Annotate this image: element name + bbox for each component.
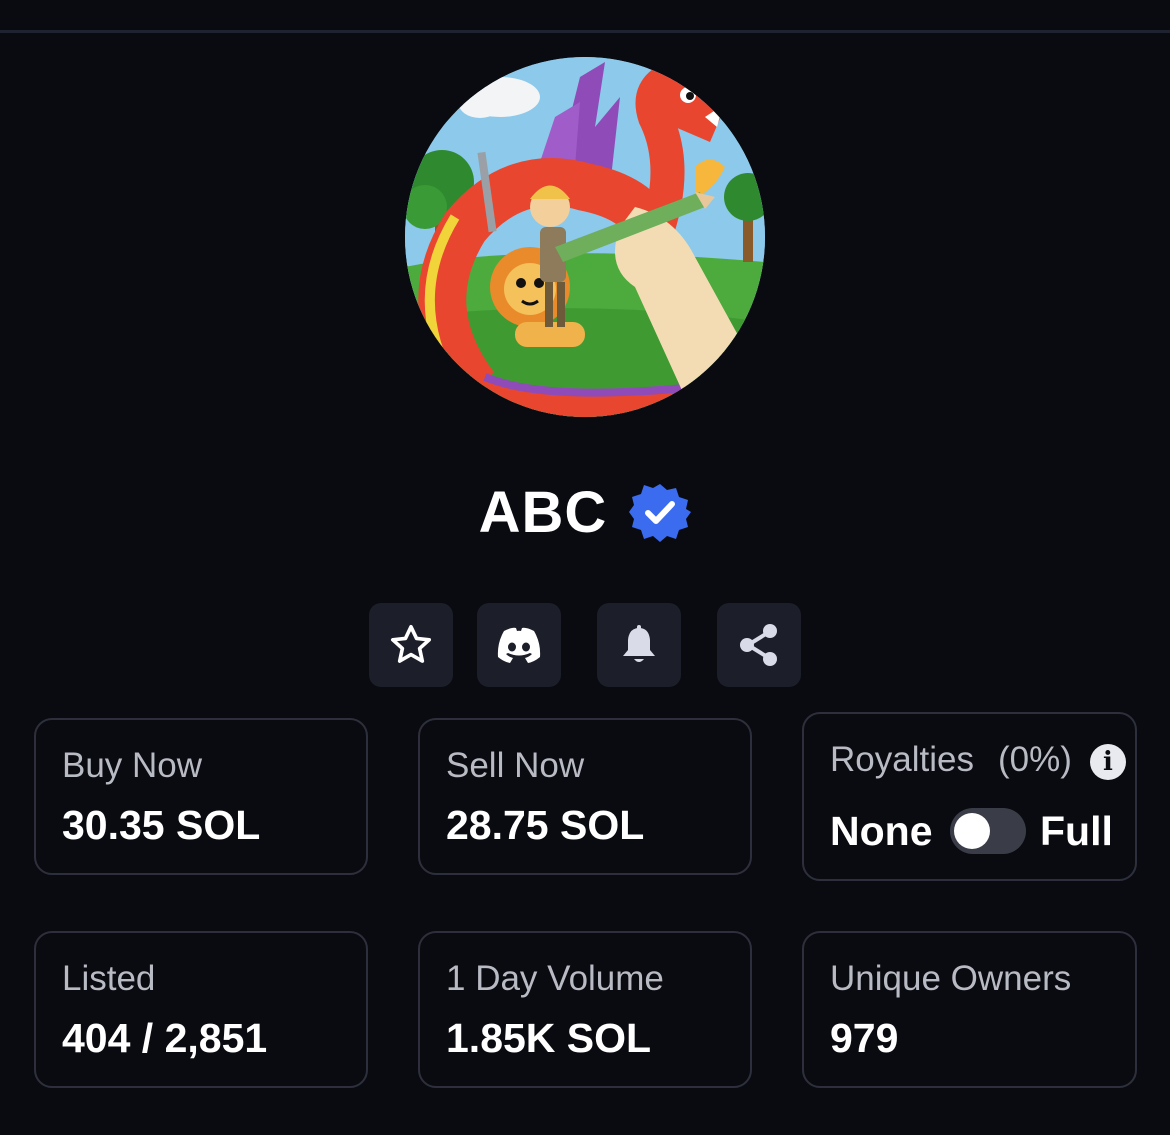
royalties-option-full: Full xyxy=(1040,808,1113,854)
verified-badge-icon xyxy=(629,484,692,542)
star-icon xyxy=(390,624,432,663)
discord-button[interactable] xyxy=(477,603,561,687)
sell-now-value: 28.75 SOL xyxy=(446,802,645,848)
info-icon[interactable]: i xyxy=(1090,744,1126,780)
discord-icon xyxy=(497,627,541,663)
royalties-card: Royalties (0%) i None Full xyxy=(802,712,1137,881)
sell-now-label: Sell Now xyxy=(446,746,585,785)
buy-now-value: 30.35 SOL xyxy=(62,802,261,848)
listed-value: 404 / 2,851 xyxy=(62,1015,268,1061)
unique-owners-value: 979 xyxy=(830,1015,899,1061)
day-volume-value: 1.85K SOL xyxy=(446,1015,652,1061)
day-volume-card: 1 Day Volume 1.85K SOL xyxy=(418,931,752,1088)
unique-owners-card: Unique Owners 979 xyxy=(802,931,1137,1088)
buy-now-card[interactable]: Buy Now 30.35 SOL xyxy=(34,718,368,875)
unique-owners-label: Unique Owners xyxy=(830,959,1072,998)
royalties-percent: (0%) xyxy=(998,740,1072,779)
royalties-label: Royalties xyxy=(830,740,974,779)
bell-icon xyxy=(623,625,655,662)
royalties-toggle[interactable] xyxy=(950,808,1026,854)
collection-name: ABC xyxy=(478,479,608,545)
collection-avatar xyxy=(405,57,765,417)
share-button[interactable] xyxy=(717,603,801,687)
day-volume-label: 1 Day Volume xyxy=(446,959,664,998)
buy-now-label: Buy Now xyxy=(62,746,203,785)
sell-now-card[interactable]: Sell Now 28.75 SOL xyxy=(418,718,752,875)
listed-card: Listed 404 / 2,851 xyxy=(34,931,368,1088)
top-divider xyxy=(0,30,1170,33)
notifications-button[interactable] xyxy=(597,603,681,687)
collection-header: ABC xyxy=(0,472,1170,552)
listed-label: Listed xyxy=(62,959,156,998)
toggle-knob xyxy=(954,813,990,849)
royalties-option-none: None xyxy=(830,808,933,854)
share-icon xyxy=(740,624,777,666)
favorite-button[interactable] xyxy=(369,603,453,687)
